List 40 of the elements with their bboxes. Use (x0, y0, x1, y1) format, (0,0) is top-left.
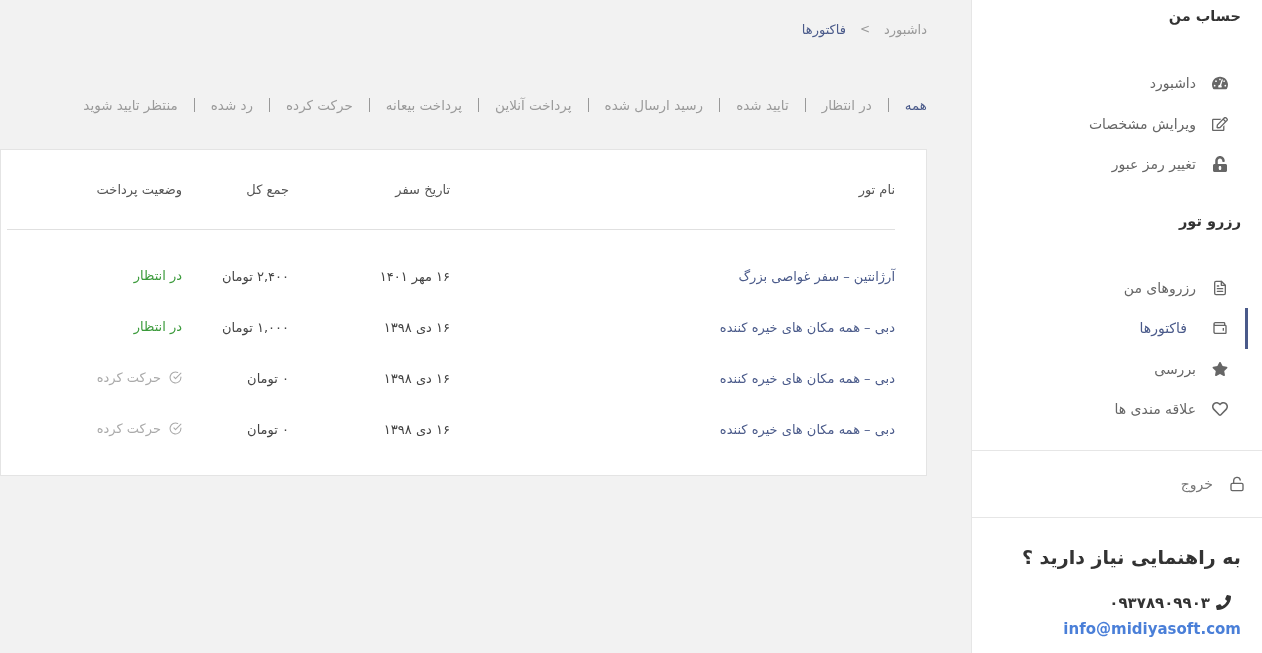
sidebar-item[interactable]: داشبورد (972, 63, 1248, 104)
status-label: حرکت کرده (96, 370, 161, 385)
sidebar-item[interactable]: تغییر رمز عبور (972, 144, 1248, 185)
sidebar-heading: حساب من (1167, 7, 1242, 27)
date-cell: ۱۶ مهر ۱۴۰۱ (379, 269, 450, 284)
breadcrumb-link[interactable]: فاکتورها (801, 21, 846, 37)
sidebar-item[interactable]: رزروهای من (972, 267, 1248, 308)
column-header: جمع کل (245, 182, 289, 197)
sidebar-heading: رزرو تور (1177, 211, 1242, 232)
date-cell: ۱۶ دی ۱۳۹۸ (383, 371, 450, 386)
logout-link[interactable]: خروج (972, 450, 1262, 517)
column-header: تاریخ سفر (393, 182, 450, 197)
dashboard-icon (1209, 75, 1231, 92)
edit-icon (1209, 115, 1231, 132)
tour-link[interactable]: آرژانتین – سفر غواصی بزرگ (738, 269, 895, 284)
tour-link[interactable]: دبی – همه مکان های خیره کننده (719, 371, 895, 386)
email-link[interactable]: info@midiyasoft.com (1063, 619, 1241, 638)
status-label: حرکت کرده (96, 421, 161, 436)
sidebar-item[interactable]: فاکتورها (972, 308, 1248, 349)
date-cell: ۱۶ دی ۱۳۹۸ (383, 422, 450, 437)
sidebar-item[interactable]: ویرایش مشخصات (972, 103, 1248, 144)
total-cell: ۰ تومان (247, 371, 289, 386)
tour-link[interactable]: دبی – همه مکان های خیره کننده (719, 422, 895, 437)
phone-icon (1216, 595, 1231, 610)
tour-link[interactable]: دبی – همه مکان های خیره کننده (719, 320, 895, 335)
heart-icon (1209, 401, 1231, 418)
total-cell: ۰ تومان (247, 422, 289, 437)
column-header: نام تور (857, 182, 895, 197)
phone-number: ۰۹۳۷۸۹۰۹۹۰۳ (1109, 593, 1210, 612)
breadcrumb-separator: > (859, 22, 870, 36)
column-header: وضعیت پرداخت (95, 182, 182, 197)
date-cell: ۱۶ دی ۱۳۹۸ (383, 320, 450, 335)
total-cell: ۲,۴۰۰ تومان (222, 269, 289, 284)
sidebar-item[interactable]: بررسی (972, 348, 1248, 389)
filter-tab[interactable]: همه (904, 97, 927, 113)
total-cell: ۱,۰۰۰ تومان (222, 320, 289, 335)
help-heading: به راهنمایی نیاز دارید ؟ (1020, 545, 1241, 568)
status-label: در انتظار (133, 268, 182, 283)
sidebar-item[interactable]: علاقه مندی ها (972, 389, 1248, 430)
status-label: در انتظار (133, 319, 182, 334)
